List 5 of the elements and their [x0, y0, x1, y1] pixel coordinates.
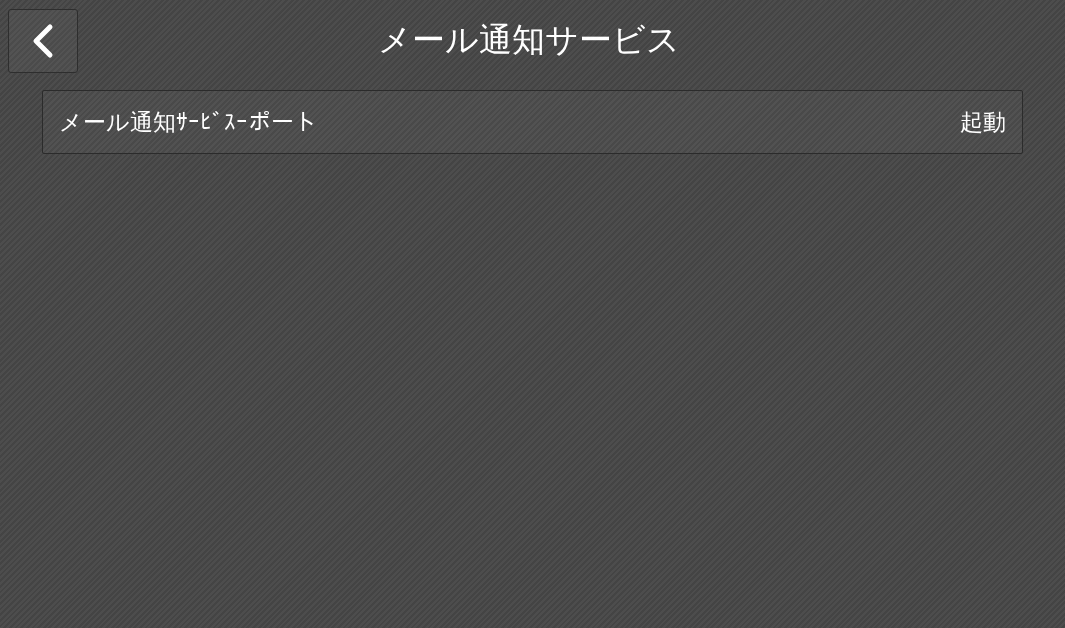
setting-value: 起動 — [960, 107, 1006, 137]
back-button[interactable] — [8, 9, 78, 73]
screen-title: メール通知サービス — [376, 18, 681, 61]
setting-label: メール通知ｻｰﾋﾞｽｰポート — [59, 107, 317, 137]
setting-row[interactable]: メール通知ｻｰﾋﾞｽｰポート 起動 — [42, 90, 1023, 154]
